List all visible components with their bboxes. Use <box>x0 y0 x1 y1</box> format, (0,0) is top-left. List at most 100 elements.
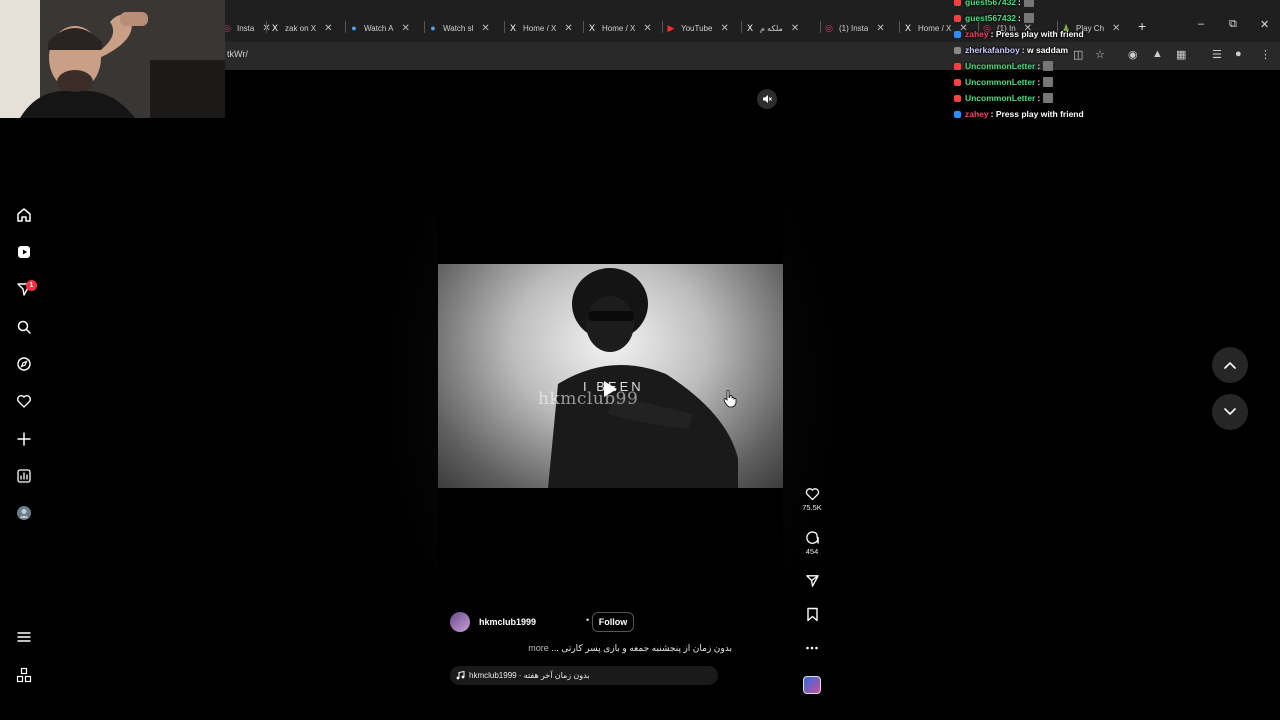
chat-username: UncommonLetter <box>965 61 1036 71</box>
mute-button[interactable] <box>757 89 777 109</box>
chat-username: zahey <box>965 109 989 119</box>
audio-thumbnail[interactable] <box>803 676 821 694</box>
caption-more-link[interactable]: more <box>528 643 549 653</box>
reel-player[interactable]: I BEEN hkmclub99 hkmclub1999 • Follow بد… <box>438 82 783 695</box>
reel-author[interactable]: hkmclub1999 <box>450 612 536 632</box>
previous-reel-button[interactable] <box>1212 347 1248 383</box>
x-icon: X <box>271 23 278 33</box>
chat-badge-icon <box>954 46 961 54</box>
chat-message: guest567432: <box>954 0 1034 7</box>
more-dots-icon[interactable] <box>805 643 819 653</box>
chat-badge-icon <box>954 0 961 6</box>
browser-tab[interactable]: ◎ (1) Insta ✕ <box>824 17 885 39</box>
save-action[interactable] <box>800 607 824 622</box>
video-watermark: hkmclub99 <box>538 389 639 409</box>
chat-text: : <box>1037 61 1041 71</box>
youtube-icon: ▶ <box>667 22 675 33</box>
browser-tab[interactable]: X Home / X ✕ <box>587 17 652 39</box>
notifications-icon[interactable] <box>14 391 34 411</box>
next-reel-button[interactable] <box>1212 394 1248 430</box>
tab-divider <box>424 21 425 33</box>
browser-tab[interactable]: Xzak on X ✕ <box>270 17 333 39</box>
chat-emote-icon <box>1023 13 1034 23</box>
webcam-overlay <box>0 0 225 118</box>
share-icon[interactable] <box>805 573 820 588</box>
tab-label: Home / X <box>602 23 636 33</box>
tab-divider <box>266 21 267 33</box>
browser-tab[interactable]: ▶ YouTube ✕ <box>666 17 729 39</box>
x-icon: X <box>904 23 911 33</box>
tab-label: YouTube <box>681 23 713 33</box>
webcam-image <box>0 0 225 118</box>
author-username[interactable]: hkmclub1999 <box>479 617 536 627</box>
follow-button[interactable]: Follow <box>592 612 634 632</box>
chat-message: UncommonLetter: <box>954 61 1054 71</box>
reel-video-frame[interactable]: I BEEN hkmclub99 <box>438 264 783 488</box>
messages-badge: 1 <box>26 280 37 291</box>
chat-emote-icon <box>1043 77 1054 87</box>
chat-message: UncommonLetter: <box>954 77 1054 87</box>
close-tab-icon[interactable]: ✕ <box>876 23 884 34</box>
speaker-muted-icon <box>763 95 772 103</box>
browser-tab[interactable]: ● Watch sl ✕ <box>428 17 489 39</box>
close-tab-icon[interactable]: ✕ <box>481 23 489 34</box>
tab-label: Watch sl <box>443 23 474 33</box>
chat-message: zahey: Press play with friend <box>954 29 1084 39</box>
menu-icon[interactable] <box>14 627 34 647</box>
more-action[interactable] <box>800 643 824 653</box>
chat-username: guest567432 <box>965 13 1017 23</box>
url-text[interactable]: tkWr/ <box>227 49 248 59</box>
bookmark-icon[interactable] <box>806 607 819 622</box>
heart-icon[interactable] <box>805 487 820 501</box>
comment-icon[interactable] <box>805 530 820 545</box>
x-icon: X <box>588 23 595 33</box>
browser-tab[interactable]: X ملکه م ✕ <box>745 17 799 39</box>
chat-badge-icon <box>954 14 961 22</box>
x-icon: X <box>509 23 516 33</box>
chevron-up-icon <box>1224 362 1236 369</box>
threads-icon[interactable] <box>14 665 34 685</box>
close-tab-icon[interactable]: ✕ <box>643 23 651 34</box>
close-tab-icon[interactable]: ✕ <box>791 23 799 34</box>
author-avatar[interactable] <box>450 612 470 632</box>
video-figure <box>548 268 738 488</box>
share-action[interactable] <box>800 573 824 588</box>
tab-divider <box>662 21 663 33</box>
play-icon[interactable] <box>602 380 618 403</box>
search-icon[interactable] <box>14 317 34 337</box>
home-icon[interactable] <box>14 205 34 225</box>
close-tab-icon[interactable]: ✕ <box>402 23 410 34</box>
chat-emote-icon <box>1043 93 1054 103</box>
reels-icon[interactable] <box>14 242 34 262</box>
tab-divider <box>741 21 742 33</box>
globe-icon: ● <box>430 23 436 33</box>
audio-attribution[interactable]: hkmclub1999 · بدون زمان آخر هفته <box>450 666 718 685</box>
tab-label: Watch A <box>364 23 394 33</box>
chat-text: : <box>1037 93 1041 103</box>
like-count: 75.5K <box>802 503 822 512</box>
dashboard-icon[interactable] <box>14 466 34 486</box>
separator-dot: • <box>586 615 590 625</box>
comment-action[interactable]: 454 <box>800 530 824 556</box>
profile-avatar[interactable] <box>14 503 34 523</box>
tab-divider <box>504 21 505 33</box>
close-tab-icon[interactable]: ✕ <box>720 23 728 34</box>
tab-label: zak on X <box>285 23 317 33</box>
close-tab-icon[interactable]: ✕ <box>324 23 332 34</box>
tab-divider <box>820 21 821 33</box>
browser-tab[interactable]: ◎Insta✕ <box>222 17 271 39</box>
chat-text: : <box>1018 0 1021 7</box>
chat-badge-icon <box>954 30 961 38</box>
like-action[interactable]: 75.5K <box>800 487 824 512</box>
chat-text: : <box>1037 77 1041 87</box>
browser-tab[interactable]: X Home / X ✕ <box>508 17 573 39</box>
chat-badge-icon <box>954 62 961 70</box>
browser-tab[interactable]: ● Watch A ✕ <box>349 17 410 39</box>
explore-icon[interactable] <box>14 354 34 374</box>
close-tab-icon[interactable]: ✕ <box>564 23 572 34</box>
chat-username: UncommonLetter <box>965 93 1036 103</box>
create-icon[interactable] <box>14 429 34 449</box>
chat-username: zherkafanboy <box>965 45 1020 55</box>
reel-caption[interactable]: بدون زمان از پنجشنبه جمعه و بازی پسر کار… <box>450 643 732 654</box>
chat-username: UncommonLetter <box>965 77 1036 87</box>
